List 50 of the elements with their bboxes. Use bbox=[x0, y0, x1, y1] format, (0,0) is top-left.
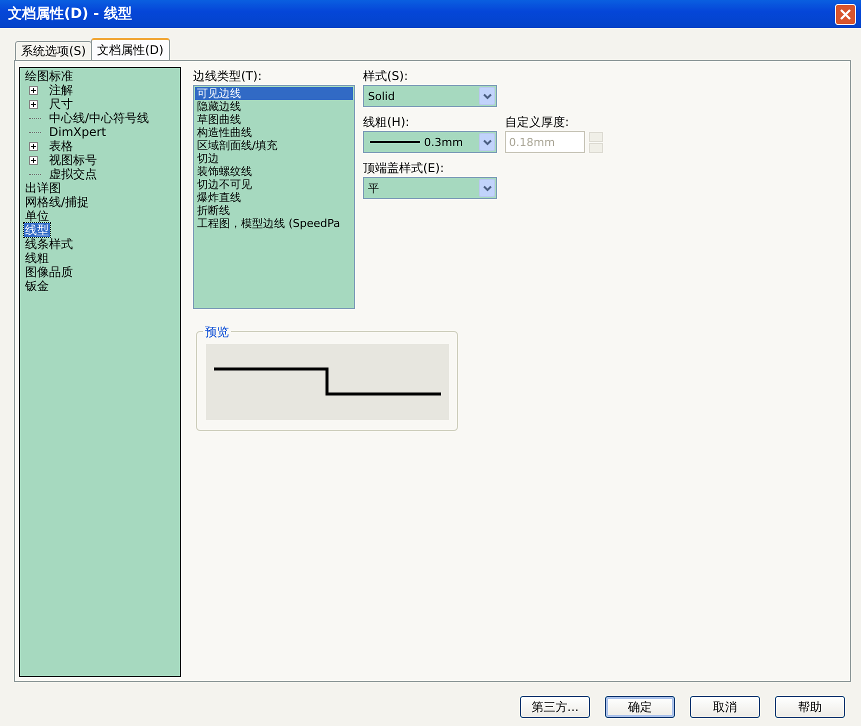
list-item[interactable]: 折断线 bbox=[195, 204, 353, 217]
dialog-button[interactable]: 帮助 bbox=[775, 696, 845, 718]
tree-item[interactable]: 出详图 bbox=[24, 181, 62, 195]
tree-item[interactable]: 线粗 bbox=[24, 251, 50, 265]
expand-icon[interactable] bbox=[29, 156, 38, 164]
expand-icon[interactable] bbox=[29, 142, 38, 150]
list-item[interactable]: 切边 bbox=[195, 152, 353, 165]
list-item[interactable]: 草图曲线 bbox=[195, 113, 353, 126]
field-label: 线粗(H): bbox=[363, 114, 410, 131]
tree-item[interactable]: 中心线/中心符号线 bbox=[48, 111, 150, 125]
list-item[interactable]: 隐藏边线 bbox=[195, 100, 353, 113]
field-label: 样式(S): bbox=[363, 68, 410, 85]
edge-type-list[interactable]: 可见边线 隐藏边线 草图曲线 构造性曲线 区域剖面线/填充 切边 装饰螺纹线 切边不可见 爆炸直线 折断线 工程图，模型边线 (SpeedPa bbox=[193, 85, 355, 309]
list-item[interactable]: 构造性曲线 bbox=[195, 126, 353, 139]
tab[interactable]: 系统选项(S) bbox=[15, 41, 92, 60]
list-item[interactable]: 切边不可见 bbox=[195, 178, 353, 191]
list-item[interactable]: 爆炸直线 bbox=[195, 191, 353, 204]
tree-item[interactable]: 虚拟交点 bbox=[48, 167, 98, 181]
list-item[interactable]: 区域剖面线/填充 bbox=[195, 139, 353, 152]
tree-item[interactable]: 表格 bbox=[48, 139, 74, 153]
tree-item[interactable]: 线条样式 bbox=[24, 237, 74, 251]
group-label: 预览 bbox=[203, 324, 231, 341]
expand-icon[interactable] bbox=[29, 100, 38, 108]
window-title: 文档属性(D) - 线型 bbox=[8, 5, 132, 23]
field-label: 边线类型(T): bbox=[193, 68, 263, 85]
dialog-button[interactable]: 取消 bbox=[690, 696, 760, 718]
dropdown[interactable]: Solid bbox=[363, 85, 497, 107]
tab[interactable]: 文档属性(D) bbox=[90, 38, 170, 60]
tree-item[interactable]: 网格线/捕捉 bbox=[24, 195, 90, 209]
close-icon bbox=[839, 8, 852, 20]
list-item[interactable]: 工程图，模型边线 (SpeedPa bbox=[195, 217, 353, 230]
tree-item[interactable]: 单位 bbox=[24, 209, 50, 223]
dropdown[interactable]: 平 bbox=[363, 177, 497, 199]
line-weight-dropdown[interactable]: 0.3mm bbox=[363, 131, 497, 153]
dialog-button[interactable]: 第三方... bbox=[520, 696, 590, 718]
tree-item[interactable]: 视图标号 bbox=[48, 153, 98, 167]
tree-item[interactable]: 图像品质 bbox=[24, 265, 74, 279]
list-item[interactable]: 可见边线 bbox=[195, 87, 353, 100]
tree-item[interactable]: 尺寸 bbox=[48, 97, 74, 111]
field-label: 顶端盖样式(E): bbox=[363, 160, 445, 177]
list-item[interactable]: 装饰螺纹线 bbox=[195, 165, 353, 178]
tree-item[interactable]: 绘图标准 bbox=[24, 69, 74, 83]
field-label: 自定义厚度: bbox=[505, 114, 570, 131]
expand-icon[interactable] bbox=[29, 86, 38, 94]
close-button[interactable] bbox=[835, 4, 856, 24]
tree-item[interactable]: 线型 bbox=[24, 223, 50, 237]
tree-item[interactable]: 注解 bbox=[48, 83, 74, 97]
tree-item[interactable]: 钣金 bbox=[24, 279, 50, 293]
tree-item[interactable]: DimXpert bbox=[48, 125, 108, 139]
dialog-button[interactable]: 确定 bbox=[605, 696, 675, 718]
